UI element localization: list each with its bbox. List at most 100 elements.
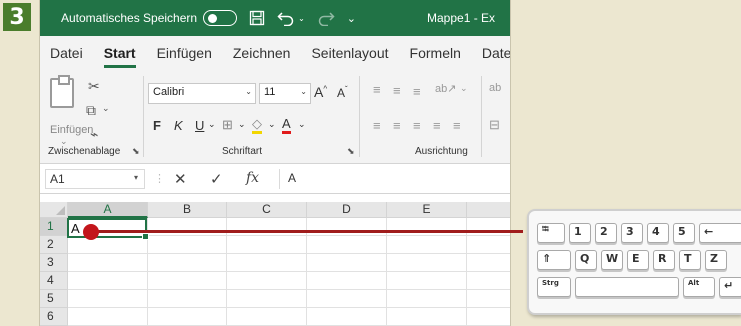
fill-color-dropdown-icon[interactable]: ⌄ xyxy=(268,119,276,130)
formula-input[interactable]: A xyxy=(279,169,510,189)
table-row xyxy=(68,290,510,308)
column-gridline xyxy=(466,218,467,326)
font-size-select[interactable]: 11 ⌄ xyxy=(259,83,311,104)
undo-icon[interactable] xyxy=(277,10,295,26)
key-alt: Alt xyxy=(683,277,715,297)
tab-datei[interactable]: Datei xyxy=(50,45,83,70)
ribbon-divider xyxy=(481,76,482,157)
bold-button[interactable]: F xyxy=(153,118,161,133)
paste-icon[interactable] xyxy=(50,75,74,108)
underline-dropdown-icon[interactable]: ⌄ xyxy=(208,119,216,130)
save-icon[interactable] xyxy=(249,10,265,26)
row-header-1[interactable]: 1 xyxy=(40,218,68,236)
tab-formeln[interactable]: Formeln xyxy=(410,45,461,70)
cell-a1-value: A xyxy=(71,221,80,236)
table-row xyxy=(68,236,510,254)
borders-dropdown-icon[interactable]: ⌄ xyxy=(238,119,246,130)
column-header-b[interactable]: B xyxy=(148,202,227,218)
decrease-indent-icon[interactable]: ≡ xyxy=(433,118,441,133)
active-cell-a1[interactable]: A xyxy=(67,218,149,240)
table-row xyxy=(68,308,510,326)
ribbon-divider xyxy=(143,76,144,157)
undo-dropdown-icon[interactable]: ⌄ xyxy=(298,14,305,23)
column-gridline xyxy=(386,218,387,326)
orientation-icon[interactable]: ab↗ xyxy=(435,82,456,95)
font-color-dropdown-icon[interactable]: ⌄ xyxy=(298,119,306,130)
key-q: Q xyxy=(575,250,597,270)
cancel-entry-icon[interactable]: ✕ xyxy=(174,170,187,188)
tab-seitenlayout[interactable]: Seitenlayout xyxy=(311,45,388,70)
shrink-font-label: A xyxy=(337,86,346,100)
align-top-icon[interactable]: ≡ xyxy=(373,82,381,97)
autosave-toggle[interactable] xyxy=(203,10,238,26)
row-header-6[interactable]: 6 xyxy=(40,308,68,326)
callout-marker xyxy=(83,224,99,240)
select-all-button[interactable] xyxy=(40,202,68,218)
align-left-icon[interactable]: ≡ xyxy=(373,118,381,133)
chevron-down-icon: ⌄ xyxy=(300,87,307,96)
borders-icon[interactable]: ⊞ xyxy=(222,117,233,133)
cut-icon[interactable]: ✂ xyxy=(88,78,100,95)
format-painter-icon[interactable]: ⌁ xyxy=(90,126,98,143)
column-header-d[interactable]: D xyxy=(307,202,387,218)
column-header-a[interactable]: A xyxy=(68,202,148,218)
confirm-entry-icon[interactable]: ✓ xyxy=(210,170,223,188)
font-launcher-icon[interactable]: ⬊ xyxy=(347,146,355,157)
key-backspace: ← xyxy=(699,223,741,243)
underline-button[interactable]: U xyxy=(195,118,204,133)
font-group-label: Schriftart xyxy=(222,146,263,157)
key-t: T xyxy=(679,250,701,270)
align-middle-icon[interactable]: ≡ xyxy=(393,83,401,98)
row-header-2[interactable]: 2 xyxy=(40,236,68,254)
key-3: 3 xyxy=(621,223,643,243)
shrink-font-button[interactable]: Aˇ xyxy=(337,85,348,100)
insert-function-icon[interactable]: fx xyxy=(246,170,259,186)
align-right-icon[interactable]: ≡ xyxy=(413,118,421,133)
column-gridline xyxy=(306,218,307,326)
increase-indent-icon[interactable]: ≡ xyxy=(453,118,461,133)
merge-cells-icon[interactable]: ⊟ xyxy=(489,117,500,133)
key-shift: ⇑ xyxy=(537,250,571,270)
name-box[interactable]: A1 ▾ xyxy=(45,169,145,189)
align-bottom-icon[interactable]: ≡ xyxy=(413,84,421,99)
column-header-e[interactable]: E xyxy=(387,202,467,218)
fill-color-icon[interactable]: ◇ xyxy=(252,117,262,134)
key-z: Z xyxy=(705,250,727,270)
clipboard-group-label: Zwischenablage xyxy=(48,146,121,157)
row-header-4[interactable]: 4 xyxy=(40,272,68,290)
table-row xyxy=(68,272,510,290)
step-number-badge: 3 xyxy=(3,3,31,31)
clipboard-launcher-icon[interactable]: ⬊ xyxy=(132,146,140,157)
formula-bar-grip-icon: ⋮ xyxy=(154,173,165,185)
key-tab: ⭾ xyxy=(537,223,565,243)
row-header-3[interactable]: 3 xyxy=(40,254,68,272)
wrap-text-icon[interactable]: ab xyxy=(489,82,501,94)
italic-button[interactable]: K xyxy=(174,118,183,133)
font-name-select[interactable]: Calibri ⌄ xyxy=(148,83,256,104)
orientation-dropdown-icon[interactable]: ⌄ xyxy=(460,83,468,94)
customize-toolbar-icon[interactable]: ⌄ xyxy=(347,12,356,25)
grow-font-label: A xyxy=(314,84,324,100)
copy-icon[interactable]: ⧉ xyxy=(86,102,96,119)
grow-font-button[interactable]: A^ xyxy=(314,84,327,100)
paste-button[interactable]: Einfügen xyxy=(50,124,93,136)
key-5: 5 xyxy=(673,223,695,243)
ribbon-divider xyxy=(359,76,360,157)
ribbon-tabs: Datei Start Einfügen Zeichnen Seitenlayo… xyxy=(40,36,510,70)
column-header-c[interactable]: C xyxy=(227,202,307,218)
column-header-f[interactable]: F xyxy=(467,202,510,218)
key-w: W xyxy=(601,250,623,270)
tab-daten[interactable]: Daten xyxy=(482,45,510,70)
redo-icon[interactable] xyxy=(317,10,335,26)
formula-bar: A1 ▾ ⋮ ✕ ✓ fx A xyxy=(40,164,510,194)
row-header-5[interactable]: 5 xyxy=(40,290,68,308)
key-1: 1 xyxy=(569,223,591,243)
tab-einfuegen[interactable]: Einfügen xyxy=(157,45,212,70)
chevron-down-icon: ⌄ xyxy=(245,87,252,96)
tab-zeichnen[interactable]: Zeichnen xyxy=(233,45,291,70)
tab-start[interactable]: Start xyxy=(103,45,136,70)
copy-dropdown-icon[interactable]: ⌄ xyxy=(102,103,110,114)
autosave-label: Automatisches Speichern xyxy=(61,11,198,25)
font-color-button[interactable]: A xyxy=(282,117,291,134)
align-center-icon[interactable]: ≡ xyxy=(393,118,401,133)
